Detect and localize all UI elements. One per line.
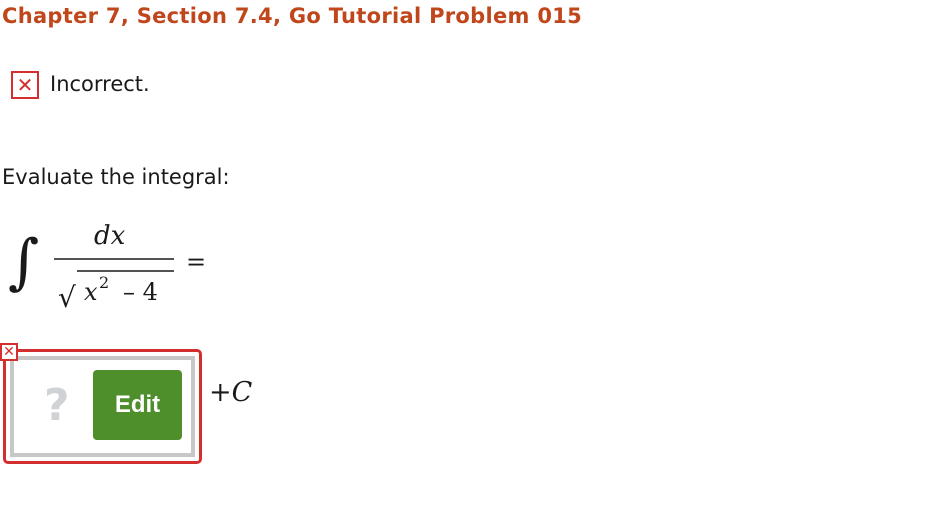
radical-sign: √ [58, 281, 76, 314]
status-message: Incorrect. [50, 72, 150, 96]
question-prompt: Evaluate the integral: [2, 165, 230, 189]
answer-field[interactable]: ? Edit [10, 356, 195, 457]
integral-expression: ∫ dx √ x 2 – 4 = [8, 221, 206, 314]
integral-sign: ∫ [8, 227, 39, 297]
incorrect-icon: ✕ [11, 71, 39, 99]
denominator-remainder: – 4 [123, 278, 158, 306]
equals-sign: = [186, 248, 206, 276]
constant-letter: C [231, 377, 253, 408]
plus-sign: + [209, 377, 232, 408]
page-title: Chapter 7, Section 7.4, Go Tutorial Prob… [2, 4, 583, 28]
denominator-exponent: 2 [99, 273, 109, 292]
constant-of-integration: +C [209, 377, 252, 408]
answer-input-frame: ? Edit [3, 349, 202, 464]
edit-button[interactable]: Edit [93, 370, 182, 440]
denominator-base: x [84, 278, 98, 306]
question-mark-icon: ? [44, 380, 70, 431]
integrand-numerator: dx [94, 221, 126, 251]
answer-error-icon: ✕ [0, 343, 18, 361]
